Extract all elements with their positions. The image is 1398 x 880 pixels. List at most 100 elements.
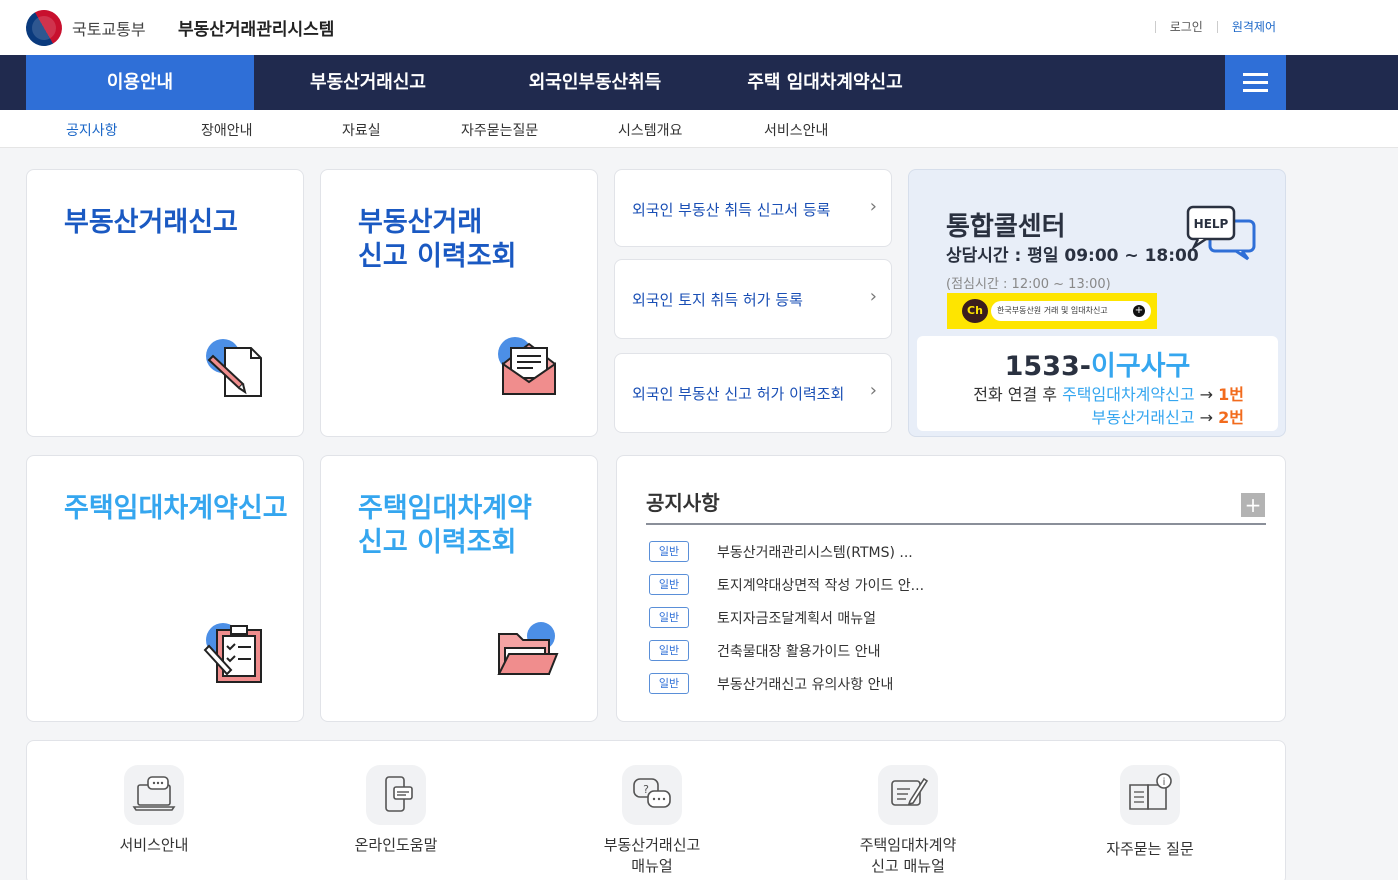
remote-control-link[interactable]: 원격제어 (1232, 18, 1276, 35)
quick-label: 자주묻는 질문 (1106, 840, 1194, 858)
notice-panel: 공지사항 + 일반 부동산거래관리시스템(RTMS) ... 일반 토지계약대상… (616, 455, 1286, 722)
notice-item-title[interactable]: 토지계약대상면적 작성 가이드 안... (717, 575, 924, 595)
chevron-right-icon: › (869, 286, 877, 307)
call-routing-line1: 전화 연결 후 주택임대차계약신고 → 1번 (973, 381, 1244, 405)
help-chat-icon: HELP (1186, 205, 1256, 261)
category-badge: 일반 (649, 541, 689, 562)
clipboard-checklist-icon (203, 623, 262, 683)
kakao-channel-label: 한국부동산원 거래 및 임대차신고 + (991, 301, 1151, 321)
quick-faq[interactable]: i 자주묻는 질문 (1070, 765, 1230, 860)
notice-item-title[interactable]: 토지자금조달계획서 매뉴얼 (717, 608, 876, 628)
book-info-icon: i (1120, 765, 1180, 825)
mobile-help-icon (366, 765, 426, 825)
card-title-line1: 부동산거래 (358, 207, 483, 238)
chevron-right-icon: › (869, 380, 877, 401)
top-header: 국토교통부 부동산거래관리시스템 로그인 원격제어 (0, 0, 1398, 55)
subnav-library[interactable]: 자료실 (342, 120, 381, 140)
call-center-phone-box: 1533-이구사구 전화 연결 후 주택임대차계약신고 → 1번 부동산거래신고… (917, 336, 1278, 431)
call-center-panel: 통합콜센터 상담시간 : 평일 09:00 ~ 18:00 (점심시간 : 12… (908, 169, 1286, 437)
document-pen-icon (206, 339, 262, 397)
main-nav: 이용안내 부동산거래신고 외국인부동산취득 주택 임대차계약신고 (0, 55, 1398, 110)
quick-label: 온라인도움말 (354, 836, 438, 854)
card-title-line1: 주택임대차계약 (358, 493, 532, 524)
quick-online-help[interactable]: 온라인도움말 (316, 765, 476, 856)
call-center-title: 통합콜센터 (946, 212, 1066, 242)
call-center-lunch: (점심시간 : 12:00 ~ 13:00) (946, 277, 1111, 292)
divider (1154, 20, 1156, 33)
hamburger-menu-icon[interactable] (1225, 55, 1286, 110)
notice-item-title[interactable]: 부동산거래신고 유의사항 안내 (717, 674, 893, 694)
kakao-channel-icon: Ch (962, 299, 988, 323)
quick-service-guide[interactable]: 서비스안내 (74, 765, 234, 856)
card-title-line2: 신고 이력조회 (358, 527, 517, 558)
routing-arrow: → (1194, 408, 1219, 427)
divider (1216, 20, 1218, 33)
nav-foreigner-acquisition[interactable]: 외국인부동산취득 (495, 55, 695, 110)
link-foreigner-land-permit[interactable]: 외국인 토지 취득 허가 등록 › (614, 259, 892, 339)
subnav-system-overview[interactable]: 시스템개요 (618, 120, 682, 140)
link-foreigner-permit-history[interactable]: 외국인 부동산 신고 허가 이력조회 › (614, 353, 892, 433)
notice-more-button[interactable]: + (1241, 493, 1265, 517)
card-title: 부동산거래 신고 이력조회 (358, 206, 516, 274)
phone-number: 1533- (1004, 351, 1091, 382)
quick-label-line1: 주택임대차계약 (859, 836, 957, 854)
utility-links: 로그인 원격제어 (1141, 18, 1276, 35)
call-center-hours: 상담시간 : 평일 09:00 ~ 18:00 (946, 246, 1199, 266)
chevron-right-icon: › (869, 196, 877, 217)
quick-lease-manual[interactable]: 주택임대차계약 신고 매뉴얼 (828, 765, 988, 877)
government-logo-icon[interactable] (19, 3, 69, 53)
link-label: 외국인 부동산 신고 허가 이력조회 (632, 385, 845, 403)
link-foreigner-acquisition-register[interactable]: 외국인 부동산 취득 신고서 등록 › (614, 169, 892, 247)
question-chat-icon: ? (622, 765, 682, 825)
mail-icon (498, 337, 556, 395)
kakao-channel-button[interactable]: Ch 한국부동산원 거래 및 임대차신고 + (947, 293, 1157, 329)
routing-number-2: 2번 (1218, 408, 1244, 427)
routing-arrow: → (1194, 385, 1219, 404)
nav-lease-report[interactable]: 주택 임대차계약신고 (720, 55, 930, 110)
kakao-text: 한국부동산원 거래 및 임대차신고 (997, 306, 1108, 315)
notice-title: 공지사항 (646, 491, 720, 515)
category-badge: 일반 (649, 574, 689, 595)
quick-label: 주택임대차계약 신고 매뉴얼 (828, 835, 988, 877)
notice-item-title[interactable]: 부동산거래관리시스템(RTMS) ... (717, 542, 913, 562)
link-label: 외국인 토지 취득 허가 등록 (632, 291, 803, 309)
subnav-faq[interactable]: 자주묻는질문 (461, 120, 538, 140)
category-badge: 일반 (649, 673, 689, 694)
quick-label-line1: 부동산거래신고 (603, 836, 701, 854)
card-title-line2: 신고 이력조회 (358, 241, 517, 272)
svg-text:i: i (1163, 777, 1166, 788)
sub-nav: 공지사항 장애안내 자료실 자주묻는질문 시스템개요 서비스안내 (0, 110, 1398, 148)
quick-label-line2: 신고 매뉴얼 (871, 857, 945, 875)
card-realestate-report[interactable]: 부동산거래신고 (26, 169, 304, 437)
help-label: HELP (1194, 217, 1229, 231)
card-lease-report[interactable]: 주택임대차계약신고 (26, 455, 304, 722)
quick-menu: 서비스안내 온라인도움말 ? 부동산거래신고 매뉴얼 주택임대차계약 신고 매뉴… (26, 740, 1286, 880)
nav-usage-guide[interactable]: 이용안내 (26, 55, 254, 110)
card-lease-history[interactable]: 주택임대차계약 신고 이력조회 (320, 455, 598, 722)
routing-lease: 주택임대차계약신고 (1062, 385, 1195, 404)
quick-label: 부동산거래신고 매뉴얼 (572, 835, 732, 877)
card-realestate-history[interactable]: 부동산거래 신고 이력조회 (320, 169, 598, 437)
login-link[interactable]: 로그인 (1170, 18, 1203, 35)
link-label: 외국인 부동산 취득 신고서 등록 (632, 201, 831, 219)
card-title: 주택임대차계약신고 (64, 493, 288, 524)
plus-icon: + (1133, 305, 1145, 317)
subnav-outage[interactable]: 장애안내 (201, 120, 253, 140)
laptop-chat-icon (124, 765, 184, 825)
folder-open-icon (497, 622, 559, 675)
category-badge: 일반 (649, 607, 689, 628)
quick-label-line2: 매뉴얼 (631, 857, 673, 875)
routing-prefix: 전화 연결 후 (973, 385, 1063, 404)
subnav-service-guide[interactable]: 서비스안내 (764, 120, 828, 140)
call-center-phone[interactable]: 1533-이구사구 (917, 344, 1278, 383)
routing-number-1: 1번 (1218, 385, 1244, 404)
nav-realestate-report[interactable]: 부동산거래신고 (268, 55, 468, 110)
quick-realestate-manual[interactable]: ? 부동산거래신고 매뉴얼 (572, 765, 732, 877)
category-badge: 일반 (649, 640, 689, 661)
document-edit-icon (878, 765, 938, 825)
notice-item-title[interactable]: 건축물대장 활용가이드 안내 (717, 641, 880, 661)
ministry-name[interactable]: 국토교통부 (72, 16, 146, 40)
quick-label: 서비스안내 (119, 836, 189, 854)
system-title[interactable]: 부동산거래관리시스템 (178, 15, 334, 40)
subnav-notice[interactable]: 공지사항 (66, 120, 118, 140)
